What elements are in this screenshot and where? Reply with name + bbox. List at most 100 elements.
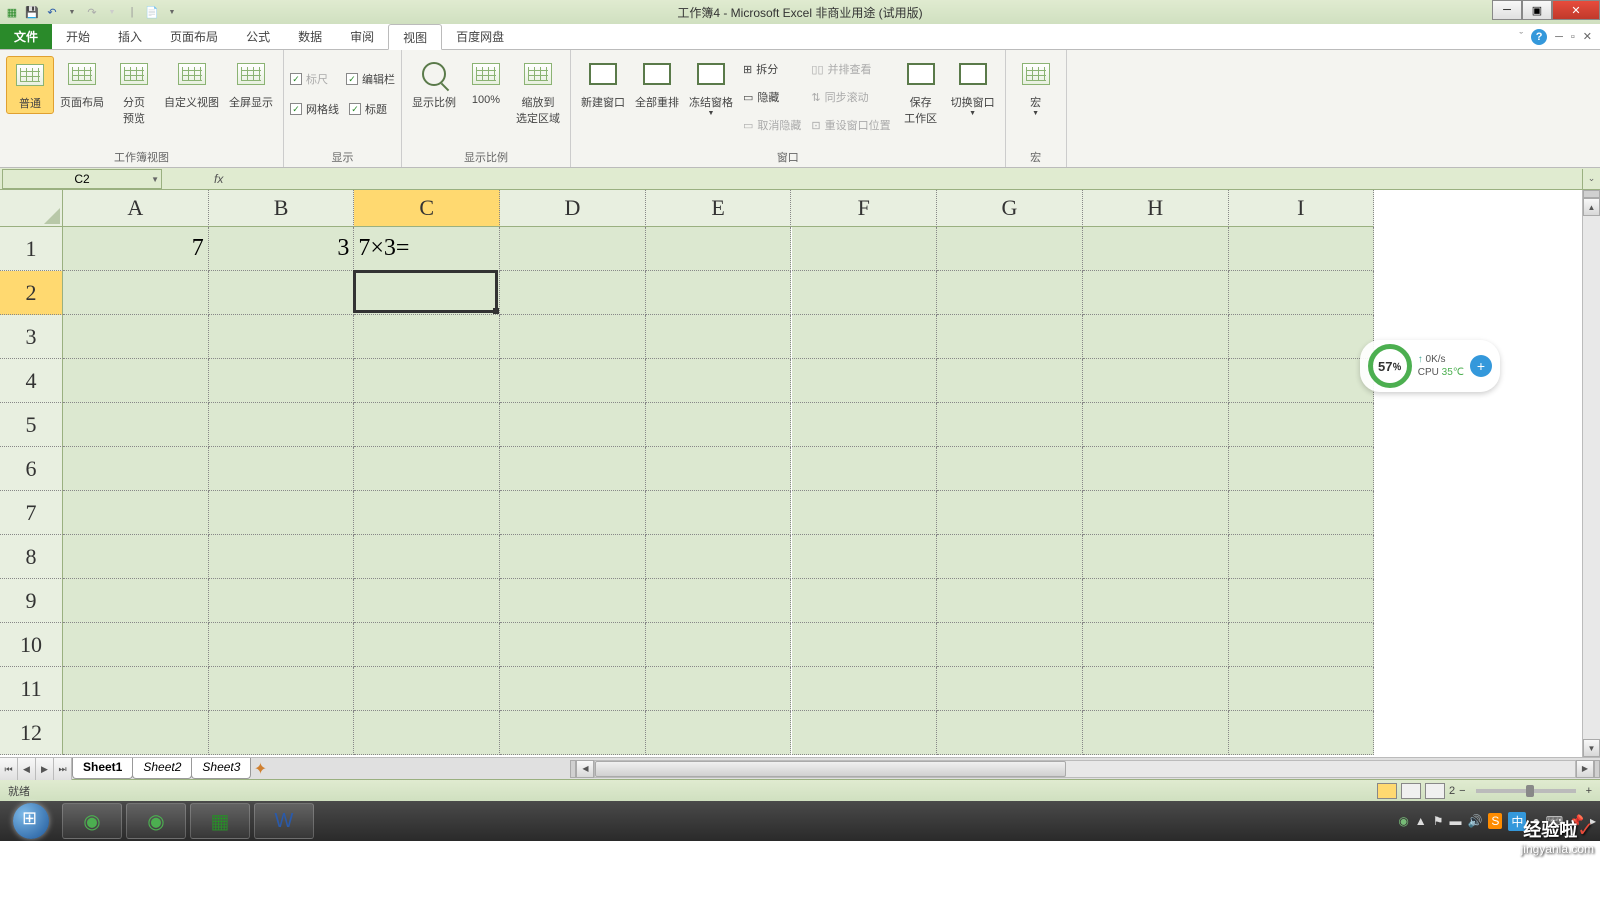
cell-H11[interactable] [1083, 667, 1229, 711]
cell-D2[interactable] [500, 271, 646, 315]
tab-review[interactable]: 审阅 [336, 24, 388, 49]
qat-dd-icon[interactable]: ▼ [164, 4, 180, 20]
cell-D7[interactable] [500, 491, 646, 535]
doc-restore-icon[interactable]: ▫ [1571, 31, 1575, 43]
cell-C8[interactable] [354, 535, 500, 579]
cell-I7[interactable] [1229, 491, 1375, 535]
horizontal-scrollbar[interactable]: ◀ ▶ [570, 758, 1600, 779]
cell-A12[interactable] [63, 711, 209, 755]
row-header-12[interactable]: 12 [0, 711, 63, 755]
cell-F11[interactable] [792, 667, 938, 711]
maximize-button[interactable]: ▣ [1522, 0, 1552, 20]
cell-C7[interactable] [354, 491, 500, 535]
cell-A11[interactable] [63, 667, 209, 711]
task-wifi[interactable]: ◉ [126, 803, 186, 839]
cell-I11[interactable] [1229, 667, 1375, 711]
cell-F7[interactable] [792, 491, 938, 535]
cell-I4[interactable] [1229, 359, 1375, 403]
cell-F9[interactable] [792, 579, 938, 623]
col-header-E[interactable]: E [646, 190, 792, 227]
cell-F6[interactable] [792, 447, 938, 491]
cell-C2[interactable] [354, 271, 500, 315]
redo-icon[interactable]: ↷ [84, 4, 100, 20]
cell-D8[interactable] [500, 535, 646, 579]
cell-A7[interactable] [63, 491, 209, 535]
cell-A8[interactable] [63, 535, 209, 579]
col-header-F[interactable]: F [791, 190, 937, 227]
cell-A6[interactable] [63, 447, 209, 491]
cell-D10[interactable] [500, 623, 646, 667]
doc-close-icon[interactable]: ✕ [1583, 30, 1592, 43]
tab-home[interactable]: 开始 [52, 24, 104, 49]
tab-baidu[interactable]: 百度网盘 [442, 24, 518, 49]
cell-A1[interactable]: 7 [63, 227, 209, 271]
help-icon[interactable]: ? [1531, 29, 1547, 45]
btn-save-workspace[interactable]: 保存 工作区 [897, 56, 945, 128]
cell-I6[interactable] [1229, 447, 1375, 491]
cell-H10[interactable] [1083, 623, 1229, 667]
view-break-icon[interactable] [1425, 783, 1445, 799]
row-header-11[interactable]: 11 [0, 667, 63, 711]
task-excel[interactable]: ▦ [190, 803, 250, 839]
formula-input[interactable] [235, 169, 1582, 189]
name-box[interactable]: C2▼ [2, 169, 162, 189]
cell-B4[interactable] [209, 359, 355, 403]
cell-H2[interactable] [1083, 271, 1229, 315]
cell-G12[interactable] [937, 711, 1083, 755]
btn-normal-view[interactable]: 普通 [6, 56, 54, 114]
scroll-right-icon[interactable]: ▶ [1576, 760, 1594, 778]
btn-zoom[interactable]: 显示比例 [408, 56, 460, 112]
tab-nav-prev-icon[interactable]: ◀ [18, 758, 36, 780]
cell-G2[interactable] [937, 271, 1083, 315]
cell-H1[interactable] [1083, 227, 1229, 271]
btn-zoom-100[interactable]: 100% [462, 56, 510, 108]
system-monitor-widget[interactable]: 57％ ↑ 0K/s CPU 35℃ + [1360, 340, 1500, 392]
zoom-out-icon[interactable]: − [1459, 785, 1465, 797]
scroll-up-icon[interactable]: ▲ [1583, 198, 1600, 216]
undo-dd-icon[interactable]: ▼ [64, 4, 80, 20]
cell-A9[interactable] [63, 579, 209, 623]
cell-H4[interactable] [1083, 359, 1229, 403]
cell-B6[interactable] [209, 447, 355, 491]
cell-I12[interactable] [1229, 711, 1375, 755]
cell-E1[interactable] [646, 227, 792, 271]
cell-F2[interactable] [792, 271, 938, 315]
new-sheet-icon[interactable]: ✦ [250, 758, 270, 779]
btn-custom-views[interactable]: 自定义视图 [160, 56, 223, 112]
cell-F10[interactable] [792, 623, 938, 667]
check-formula-bar[interactable]: ✓编辑栏 [346, 70, 395, 88]
tab-page-layout[interactable]: 页面布局 [156, 24, 232, 49]
vertical-scrollbar[interactable]: ▲ ▼ [1582, 190, 1600, 757]
cell-E5[interactable] [646, 403, 792, 447]
cell-G3[interactable] [937, 315, 1083, 359]
cell-C4[interactable] [354, 359, 500, 403]
cell-C6[interactable] [354, 447, 500, 491]
btn-switch-windows[interactable]: 切换窗口▼ [947, 56, 999, 119]
col-header-C[interactable]: C [354, 190, 500, 227]
tab-view[interactable]: 视图 [388, 24, 442, 50]
cell-E12[interactable] [646, 711, 792, 755]
undo-icon[interactable]: ↶ [44, 4, 60, 20]
cell-D6[interactable] [500, 447, 646, 491]
cell-D9[interactable] [500, 579, 646, 623]
cell-E11[interactable] [646, 667, 792, 711]
cell-G6[interactable] [937, 447, 1083, 491]
task-word[interactable]: W [254, 803, 314, 839]
cell-B9[interactable] [209, 579, 355, 623]
sheet-tab-1[interactable]: Sheet1 [72, 758, 133, 779]
cell-E9[interactable] [646, 579, 792, 623]
cell-I1[interactable] [1229, 227, 1375, 271]
scroll-left-icon[interactable]: ◀ [576, 760, 594, 778]
zoom-in-icon[interactable]: + [1586, 785, 1592, 797]
cell-A10[interactable] [63, 623, 209, 667]
cell-F1[interactable] [792, 227, 938, 271]
monitor-expand-icon[interactable]: + [1470, 355, 1492, 377]
cell-C12[interactable] [354, 711, 500, 755]
tab-data[interactable]: 数据 [284, 24, 336, 49]
row-header-8[interactable]: 8 [0, 535, 63, 579]
cell-C5[interactable] [354, 403, 500, 447]
cell-C1[interactable]: 7×3= [354, 227, 500, 271]
cell-B11[interactable] [209, 667, 355, 711]
cell-F8[interactable] [792, 535, 938, 579]
cell-H5[interactable] [1083, 403, 1229, 447]
